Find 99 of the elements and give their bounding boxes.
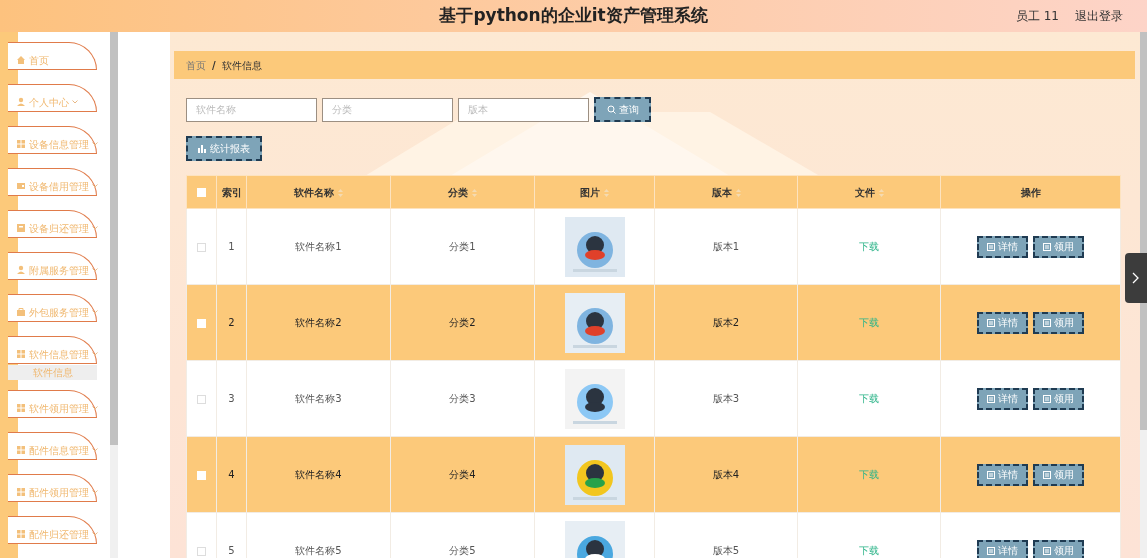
action-button[interactable]: 详情 <box>977 387 1028 410</box>
column-header: 图片 <box>534 175 655 209</box>
table-cell: 分类2 <box>390 284 535 361</box>
action-button[interactable]: 详情 <box>977 235 1028 258</box>
next-icon[interactable] <box>1125 253 1147 303</box>
row-checkbox[interactable] <box>197 318 206 328</box>
search-button[interactable]: 查询 <box>594 97 651 122</box>
breadcrumb-link[interactable]: 首页 <box>186 57 206 73</box>
bag-icon <box>16 307 26 317</box>
grid-icon <box>16 349 26 359</box>
report-button[interactable]: 统计报表 <box>186 136 262 161</box>
table-cell: 版本1 <box>654 208 798 285</box>
download-link[interactable]: 下载 <box>859 393 879 404</box>
scrollbar[interactable] <box>110 32 118 558</box>
row-checkbox[interactable] <box>197 546 206 556</box>
document-icon <box>987 546 995 555</box>
sidebar-item[interactable]: 配件领用管理 <box>8 474 97 502</box>
sort-icon[interactable] <box>338 188 343 197</box>
table-cell: 1 <box>216 208 247 285</box>
table-cell: 3 <box>216 360 247 437</box>
action-button[interactable]: 领用 <box>1033 235 1084 258</box>
table-cell: 版本4 <box>654 436 798 513</box>
download-link[interactable]: 下载 <box>859 317 879 328</box>
action-button[interactable]: 领用 <box>1033 463 1084 486</box>
sidebar-item[interactable]: 外包服务管理 <box>8 294 97 322</box>
sidebar-item[interactable]: 首页 <box>8 42 97 70</box>
action-button[interactable]: 详情 <box>977 311 1028 334</box>
sidebar-item[interactable]: 配件信息管理 <box>8 432 97 460</box>
submenu-item[interactable]: 软件信息 <box>8 365 97 380</box>
table-cell: 分类3 <box>390 360 535 437</box>
card-icon <box>16 181 26 191</box>
sidebar-item[interactable]: 设备信息管理 <box>8 126 97 154</box>
bar-chart-icon <box>198 144 206 153</box>
sort-icon[interactable] <box>735 188 741 197</box>
table-cell: 分类1 <box>390 208 535 285</box>
app-title: 基于python的企业it资产管理系统 <box>439 4 708 28</box>
logout-link[interactable]: 退出登录 <box>1075 7 1123 25</box>
home-icon <box>16 55 26 65</box>
user-icon <box>16 265 26 275</box>
breadcrumb-current: 软件信息 <box>221 58 262 73</box>
action-button[interactable]: 领用 <box>1033 311 1084 334</box>
page-scrollbar[interactable] <box>1140 32 1147 558</box>
sidebar-item[interactable]: 软件领用管理 <box>8 390 97 418</box>
document-icon <box>1043 470 1051 479</box>
sort-icon[interactable] <box>472 188 477 197</box>
search-icon <box>606 105 616 114</box>
action-button[interactable]: 详情 <box>977 539 1028 558</box>
table-cell: 软件名称1 <box>246 208 391 285</box>
table-cell: 4 <box>216 436 247 513</box>
sidebar-item[interactable]: 设备归还管理 <box>8 210 97 238</box>
row-checkbox[interactable] <box>197 242 206 252</box>
column-header: 版本 <box>654 175 798 209</box>
sidebar-item[interactable]: 个人中心 <box>8 84 97 112</box>
grid-icon <box>16 139 26 149</box>
column-header: 软件名称 <box>246 175 391 209</box>
user-icon <box>16 97 26 107</box>
row-checkbox[interactable] <box>197 394 206 404</box>
table-cell: 软件名称2 <box>246 284 391 361</box>
select-all-checkbox[interactable] <box>197 188 206 197</box>
document-icon <box>987 394 995 403</box>
table-cell: 版本2 <box>654 284 798 361</box>
grid-icon <box>16 445 26 455</box>
column-header: 文件 <box>797 175 941 209</box>
document-icon <box>1043 394 1051 403</box>
search-field[interactable]: 软件名称 <box>186 97 317 122</box>
download-link[interactable]: 下载 <box>859 545 879 556</box>
user-name: 员工 11 <box>1015 8 1059 25</box>
grid-icon <box>16 403 26 413</box>
document-icon <box>1043 242 1051 251</box>
sort-icon[interactable] <box>878 188 884 197</box>
document-icon <box>987 318 995 327</box>
box-icon <box>16 223 26 233</box>
grid-icon <box>16 529 26 539</box>
table-cell: 软件名称4 <box>246 436 391 513</box>
grid-icon <box>16 487 26 497</box>
search-field[interactable]: 版本 <box>458 97 589 122</box>
document-icon <box>987 470 995 479</box>
document-icon <box>987 242 995 251</box>
table-cell: 2 <box>216 284 247 361</box>
document-icon <box>1043 318 1051 327</box>
column-header: 操作 <box>940 175 1121 209</box>
action-button[interactable]: 领用 <box>1033 539 1084 558</box>
document-icon <box>1043 546 1051 555</box>
row-checkbox[interactable] <box>197 470 206 480</box>
sort-icon[interactable] <box>604 188 609 197</box>
column-header: 分类 <box>390 175 535 209</box>
table-cell: 软件名称3 <box>246 360 391 437</box>
sidebar-item[interactable]: 设备借用管理 <box>8 168 97 196</box>
sidebar-item[interactable]: 配件归还管理 <box>8 516 97 544</box>
table-cell: 分类4 <box>390 436 535 513</box>
sidebar-item[interactable]: 软件信息管理 <box>8 336 97 364</box>
download-link[interactable]: 下载 <box>859 241 879 252</box>
action-button[interactable]: 详情 <box>977 463 1028 486</box>
download-link[interactable]: 下载 <box>859 469 879 480</box>
table-cell: 版本3 <box>654 360 798 437</box>
column-header: 索引 <box>216 175 247 209</box>
sidebar-item[interactable]: 附属服务管理 <box>8 252 97 280</box>
breadcrumb-separator: / <box>212 58 216 73</box>
action-button[interactable]: 领用 <box>1033 387 1084 410</box>
